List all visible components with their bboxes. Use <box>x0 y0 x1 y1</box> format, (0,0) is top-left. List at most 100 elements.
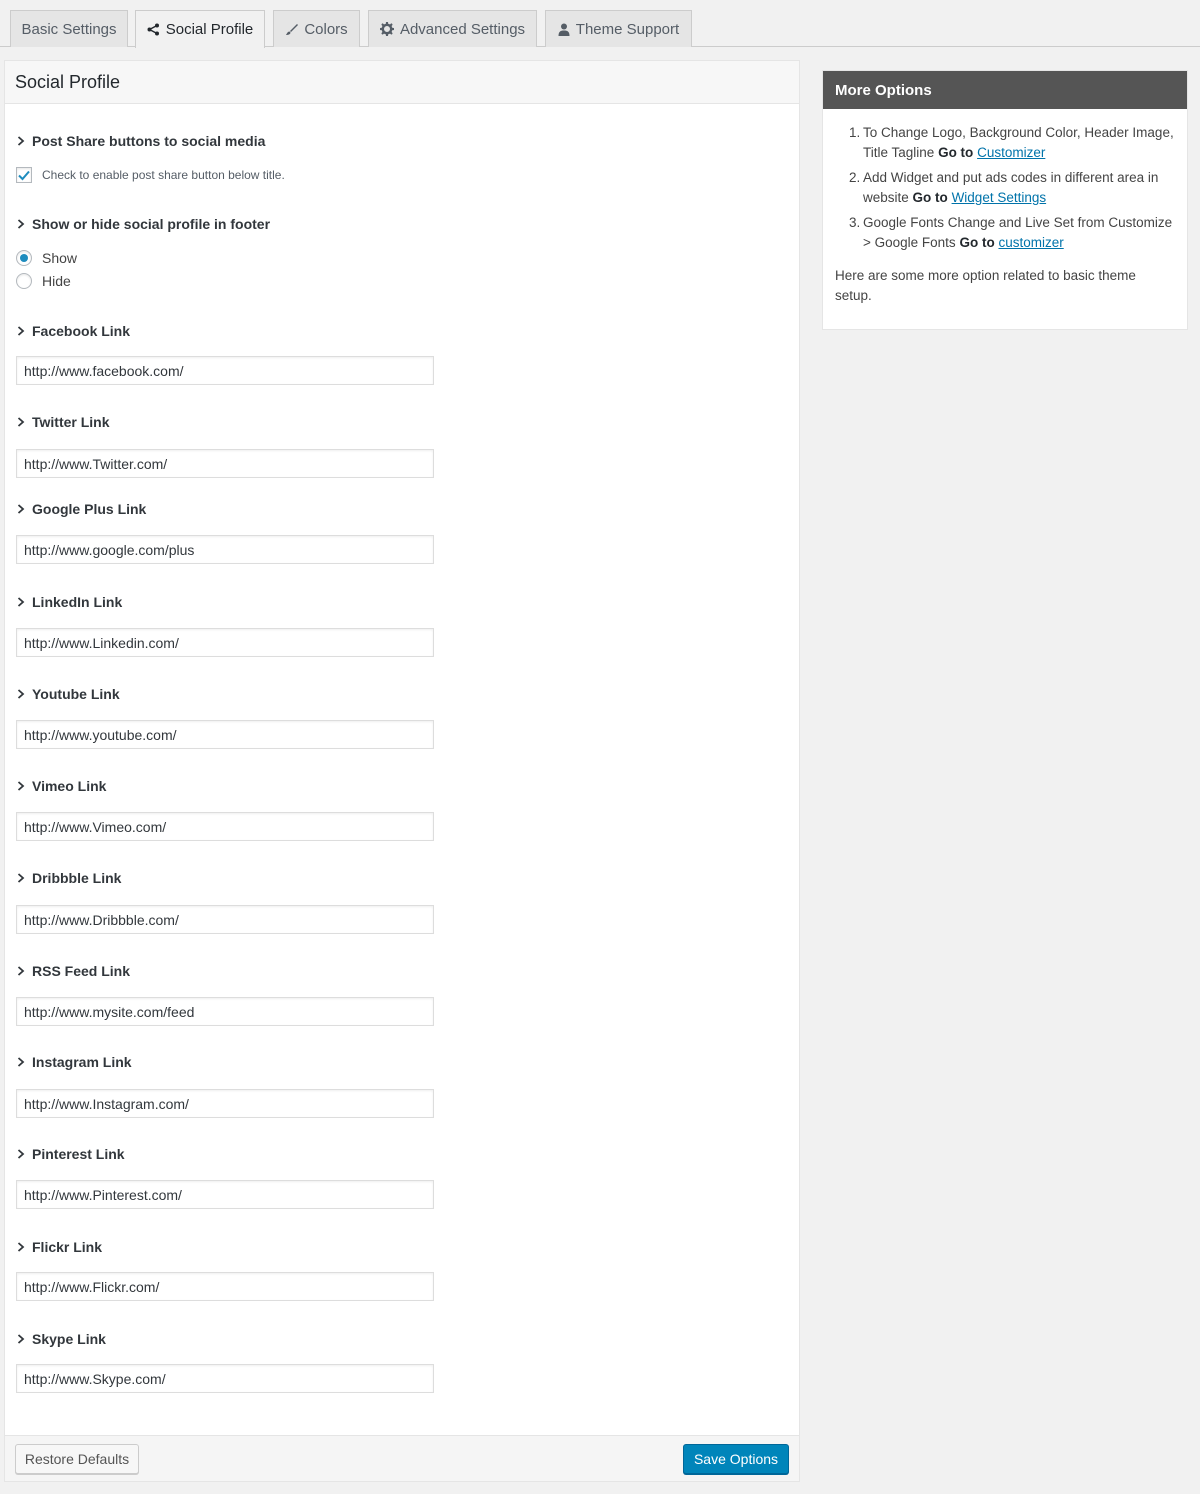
tab-basic-settings[interactable]: Basic Settings <box>10 10 128 47</box>
radio-show[interactable]: Show <box>16 249 77 267</box>
google-fonts-customizer-link[interactable]: customizer <box>998 235 1063 250</box>
section-label-text: Skype Link <box>32 1331 106 1347</box>
section-label-text: Youtube Link <box>32 686 120 702</box>
list-go-label: Go to <box>938 144 974 160</box>
panel-footer: Restore Defaults Save Options <box>5 1435 799 1481</box>
section-label-text: Instagram Link <box>32 1054 132 1070</box>
more-options-panel: More Options 1. To Change Logo, Backgrou… <box>822 70 1188 330</box>
youtube-link-input[interactable] <box>16 720 434 749</box>
section-label-text: Flickr Link <box>32 1239 103 1255</box>
radio-hide[interactable]: Hide <box>16 272 71 290</box>
more-options-list: 1. To Change Logo, Background Color, Hea… <box>849 123 1175 258</box>
more-options-title: More Options <box>823 71 1187 109</box>
pinterest-link-input[interactable] <box>16 1180 434 1209</box>
share-icon <box>147 23 160 36</box>
linkedin-link-input[interactable] <box>16 628 434 657</box>
link-label: LinkedIn Link <box>17 593 122 611</box>
twitter-link-input[interactable] <box>16 449 434 478</box>
section-label-text: Facebook Link <box>32 323 131 339</box>
list-item: 3. Google Fonts Change and Live Set from… <box>849 213 1175 252</box>
tab-colors[interactable]: Colors <box>273 10 360 47</box>
section-label-text: Dribbble Link <box>32 870 122 886</box>
rss-feed-link-input[interactable] <box>16 997 434 1026</box>
chevron-right-icon <box>17 1242 25 1252</box>
widget-settings-link[interactable]: Widget Settings <box>952 190 1047 205</box>
panel-title: Social Profile <box>15 72 121 92</box>
section-label-text: RSS Feed Link <box>32 963 131 979</box>
footer-profile-label: Show or hide social profile in footer <box>17 215 270 233</box>
radio-label: Hide <box>42 273 71 289</box>
section-label-text: Pinterest Link <box>32 1146 125 1162</box>
brush-icon <box>285 23 299 36</box>
list-item: 1. To Change Logo, Background Color, Hea… <box>849 123 1175 162</box>
dribbble-link-input[interactable] <box>16 905 434 934</box>
section-label-text: Vimeo Link <box>32 778 107 794</box>
tab-theme-support[interactable]: Theme Support <box>545 10 692 47</box>
chevron-right-icon <box>17 136 25 146</box>
chevron-right-icon <box>17 1334 25 1344</box>
list-number: 1. <box>849 125 861 140</box>
restore-defaults-button[interactable]: Restore Defaults <box>15 1444 139 1474</box>
chevron-right-icon <box>17 689 25 699</box>
link-label: RSS Feed Link <box>17 962 130 980</box>
post-share-checkbox-row: Check to enable post share button below … <box>16 166 285 184</box>
link-label: Vimeo Link <box>17 777 106 795</box>
section-label-text: LinkedIn Link <box>32 594 123 610</box>
google-plus-link-input[interactable] <box>16 535 434 564</box>
section-label-text: Show or hide social profile in footer <box>32 216 271 232</box>
chevron-right-icon <box>17 326 25 336</box>
chevron-right-icon <box>17 1149 25 1159</box>
radio-button[interactable] <box>16 250 32 266</box>
tab-social-profile[interactable]: Social Profile <box>135 10 265 48</box>
save-options-button[interactable]: Save Options <box>683 1444 789 1474</box>
list-go-label: Go to <box>912 189 948 205</box>
chevron-right-icon <box>17 597 25 607</box>
section-label-text: Twitter Link <box>32 414 110 430</box>
chevron-right-icon <box>17 1057 25 1067</box>
chevron-right-icon <box>17 781 25 791</box>
link-label: Skype Link <box>17 1330 106 1348</box>
flickr-link-input[interactable] <box>16 1272 434 1301</box>
post-share-checkbox[interactable] <box>16 167 32 183</box>
chevron-right-icon <box>17 873 25 883</box>
link-label: Google Plus Link <box>17 500 146 518</box>
panel-header: Social Profile <box>5 61 799 104</box>
tab-label: Basic Settings <box>21 20 117 38</box>
skype-link-input[interactable] <box>16 1364 434 1393</box>
list-go-label: Go to <box>959 234 995 250</box>
chevron-right-icon <box>17 417 25 427</box>
link-label: Twitter Link <box>17 413 110 431</box>
vimeo-link-input[interactable] <box>16 812 434 841</box>
list-number: 2. <box>849 170 861 185</box>
chevron-right-icon <box>17 504 25 514</box>
more-options-note: Here are some more option related to bas… <box>835 268 1136 303</box>
radio-label: Show <box>42 250 78 266</box>
section-label-text: Google Plus Link <box>32 501 147 517</box>
tab-label: Theme Support <box>575 20 680 38</box>
tab-label: Colors <box>304 20 348 38</box>
checkbox-label: Check to enable post share button below … <box>42 168 285 182</box>
facebook-link-input[interactable] <box>16 356 434 385</box>
chevron-right-icon <box>17 966 25 976</box>
settings-tabs: Basic Settings Social Profile Colors Adv… <box>0 0 1200 48</box>
link-label: Dribbble Link <box>17 869 121 887</box>
link-label: Flickr Link <box>17 1238 102 1256</box>
checkmark-icon <box>18 170 30 180</box>
link-label: Youtube Link <box>17 685 120 703</box>
tab-advanced-settings[interactable]: Advanced Settings <box>368 10 537 47</box>
link-label: Instagram Link <box>17 1053 132 1071</box>
radio-button[interactable] <box>16 273 32 289</box>
link-label: Facebook Link <box>17 322 130 340</box>
link-label: Pinterest Link <box>17 1145 125 1163</box>
social-profile-panel: Social Profile Post Share buttons to soc… <box>4 60 800 1482</box>
post-share-label: Post Share buttons to social media <box>17 132 265 150</box>
tab-label: Social Profile <box>165 21 254 38</box>
user-icon <box>558 23 570 36</box>
section-label-text: Post Share buttons to social media <box>32 133 266 149</box>
instagram-link-input[interactable] <box>16 1089 434 1118</box>
list-number: 3. <box>849 215 861 230</box>
gear-icon <box>379 22 394 36</box>
tab-label: Advanced Settings <box>399 20 526 38</box>
list-item: 2. Add Widget and put ads codes in diffe… <box>849 168 1175 207</box>
customizer-link[interactable]: Customizer <box>977 145 1045 160</box>
